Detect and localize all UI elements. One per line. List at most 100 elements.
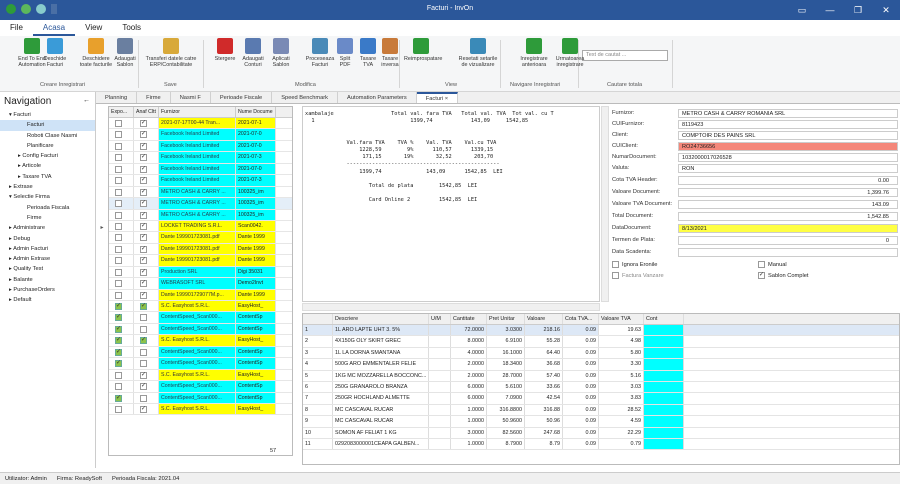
export-checkbox[interactable] xyxy=(115,177,122,185)
line-cell[interactable]: 316.8800 xyxy=(487,404,525,416)
anaf-checkbox[interactable]: ✓ xyxy=(140,268,147,276)
menu-acasa[interactable]: Acasa xyxy=(32,20,76,36)
table-row[interactable]: ✓ ✓ S.C. Easyhost S.R.L. EasyHost_ xyxy=(109,301,292,313)
export-checkbox[interactable]: ✓ xyxy=(115,360,122,368)
table-row[interactable]: ✓ S.C. Easyhost S.R.L. EasyHost_ xyxy=(109,369,292,382)
line-cell[interactable]: 0.09 xyxy=(563,393,599,404)
column-header[interactable]: Descriere xyxy=(333,314,429,324)
nav-item[interactable]: ▸ Taxare TVA xyxy=(0,172,95,182)
export-checkbox[interactable] xyxy=(115,383,122,391)
line-cell[interactable]: 1.0000 xyxy=(451,438,487,450)
anaf-cell[interactable]: ✓ xyxy=(134,289,159,300)
export-checkbox[interactable] xyxy=(115,405,122,413)
line-cell[interactable]: MC CASCAVAL RUCAR xyxy=(333,404,429,416)
nav-item[interactable]: ▸ Config Facturi xyxy=(0,151,95,161)
ribbon-button[interactable]: Deschide Facturi xyxy=(38,38,72,68)
anaf-checkbox[interactable]: ✓ xyxy=(140,120,147,127)
line-cell[interactable]: 4.0000 xyxy=(451,347,487,359)
line-cell[interactable] xyxy=(429,359,451,370)
export-checkbox[interactable] xyxy=(115,257,122,265)
form-field[interactable]: 0.00 xyxy=(678,176,898,185)
column-header[interactable]: U/M xyxy=(429,314,451,324)
export-checkbox[interactable] xyxy=(115,222,122,230)
anaf-checkbox[interactable]: ✓ xyxy=(140,222,147,230)
anaf-checkbox[interactable]: ✓ xyxy=(140,291,147,299)
anaf-cell[interactable]: ✓ xyxy=(134,278,159,289)
table-row[interactable]: ✓ Dante 199901723081.pdf Dante 1999 xyxy=(109,232,292,244)
anaf-checkbox[interactable]: ✓ xyxy=(140,188,147,196)
export-cell[interactable] xyxy=(109,129,134,140)
export-checkbox[interactable] xyxy=(115,211,122,219)
export-cell[interactable] xyxy=(109,209,134,220)
table-row[interactable]: ✓ WEBRASOFT SRL Demo2Invt xyxy=(109,278,292,290)
form-checkbox[interactable]: Ignora Eronile xyxy=(612,261,657,268)
nav-item[interactable]: ▸ Debug xyxy=(0,234,95,244)
anaf-cell[interactable]: ✓ xyxy=(134,232,159,243)
export-checkbox[interactable] xyxy=(115,120,122,127)
line-cell[interactable]: 50.9600 xyxy=(487,416,525,427)
table-row[interactable]: 6 250G GRANAROLO BRANZA 6.0000 5.6100 33.66 0… xyxy=(303,381,899,394)
line-cell[interactable] xyxy=(644,336,684,347)
anaf-cell[interactable]: ✓ xyxy=(134,220,159,232)
ribbon-button[interactable]: Reimprospatare xyxy=(404,38,442,62)
anaf-checkbox[interactable] xyxy=(140,348,147,356)
line-cell[interactable] xyxy=(429,416,451,427)
line-cell[interactable]: 16.1000 xyxy=(487,347,525,359)
export-cell[interactable]: ✓ xyxy=(109,312,134,323)
line-cell[interactable] xyxy=(429,347,451,359)
form-field[interactable]: 143.09 xyxy=(678,200,898,209)
tab-2[interactable]: Nasmi F xyxy=(171,92,211,103)
column-header[interactable]: Valoare TVA xyxy=(599,314,644,324)
export-cell[interactable] xyxy=(109,243,134,255)
line-cell[interactable] xyxy=(644,416,684,427)
line-cell[interactable] xyxy=(429,404,451,416)
table-row[interactable]: ✓ ✓ S.C. Easyhost S.R.L. EasyHost_ xyxy=(109,335,292,347)
anaf-cell[interactable]: ✓ xyxy=(134,301,159,312)
line-cell[interactable]: 5.6100 xyxy=(487,381,525,393)
line-cell[interactable]: 4X150G OLY SKIRT GREC xyxy=(333,336,429,347)
anaf-checkbox[interactable]: ✓ xyxy=(140,142,147,150)
export-checkbox[interactable] xyxy=(115,291,122,299)
line-cell[interactable] xyxy=(644,438,684,450)
anaf-checkbox[interactable]: ✓ xyxy=(140,200,147,208)
line-cell[interactable] xyxy=(429,325,451,336)
line-cell[interactable]: 8.0000 xyxy=(451,336,487,347)
nav-item[interactable]: Perioada Fiscala xyxy=(0,203,95,213)
line-cell[interactable]: 0.09 xyxy=(563,325,599,336)
column-header[interactable]: Furnizor xyxy=(159,107,236,117)
export-checkbox[interactable] xyxy=(115,234,122,242)
line-cell[interactable]: 0.09 xyxy=(563,370,599,381)
tab-1[interactable]: Firme xyxy=(137,92,171,103)
line-cell[interactable] xyxy=(644,393,684,404)
export-cell[interactable]: ✓ xyxy=(109,358,134,369)
export-checkbox[interactable] xyxy=(115,200,122,208)
table-row[interactable]: 8 MC CASCAVAL RUCAR 1.0000 316.8800 316.88 0.… xyxy=(303,404,899,417)
table-row[interactable]: ✓ Facebook Ireland Limited 2021-07-0 xyxy=(109,140,292,153)
line-cell[interactable] xyxy=(644,325,684,336)
nav-item[interactable]: ▸ Administrare xyxy=(0,223,95,233)
line-cell[interactable]: 247.68 xyxy=(525,427,563,438)
column-header[interactable]: Nume Docume xyxy=(236,107,276,117)
line-cell[interactable] xyxy=(429,427,451,438)
nav-item[interactable]: Firme xyxy=(0,213,95,223)
export-cell[interactable] xyxy=(109,289,134,300)
anaf-checkbox[interactable]: ✓ xyxy=(140,245,147,253)
table-row[interactable]: ✓ ContentSpeed_Scan000... ContentSp xyxy=(109,381,292,393)
ribbon-button[interactable]: Taxare inversa xyxy=(373,38,407,68)
line-cell[interactable] xyxy=(644,347,684,359)
form-field[interactable]: 8/13/2021 xyxy=(678,224,898,233)
ribbon-button[interactable]: Resetati setarile de vizualizare xyxy=(450,38,506,68)
line-cell[interactable]: 28.52 xyxy=(599,404,644,416)
line-cell[interactable]: 2.0000 xyxy=(451,370,487,381)
line-cell[interactable]: 28.7000 xyxy=(487,370,525,381)
anaf-checkbox[interactable]: ✓ xyxy=(140,303,147,310)
form-field[interactable]: 1032000017026528 xyxy=(678,153,898,162)
line-cell[interactable]: 1.0000 xyxy=(451,416,487,427)
export-checkbox[interactable] xyxy=(115,188,122,196)
table-row[interactable]: ✓ ContentSpeed_Scan000... ContentSp xyxy=(109,358,292,370)
export-cell[interactable] xyxy=(109,232,134,243)
column-header[interactable]: Valoare xyxy=(525,314,563,324)
export-cell[interactable] xyxy=(109,278,134,289)
column-header[interactable]: Cont xyxy=(644,314,684,324)
table-row[interactable]: ✓ ContentSpeed_Scan000... ContentSp xyxy=(109,323,292,336)
